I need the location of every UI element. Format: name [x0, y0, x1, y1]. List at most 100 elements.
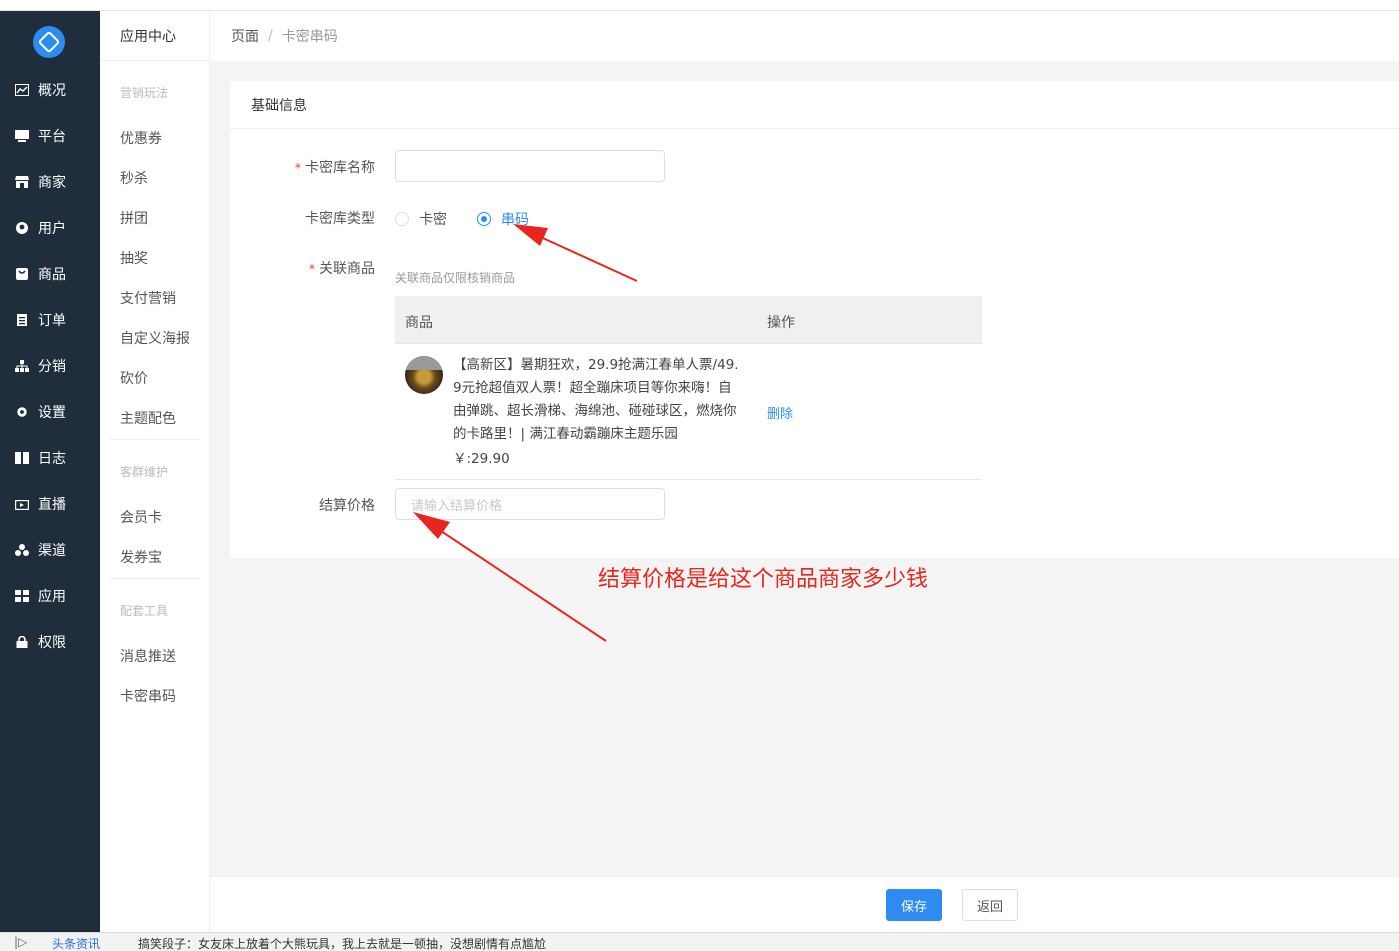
- goods-label: * 关联商品: [309, 261, 375, 277]
- nav-item-permission[interactable]: 权限: [0, 619, 100, 665]
- sub-item-bargain[interactable]: 砍价: [120, 368, 148, 388]
- nav-item-platform[interactable]: 平台: [0, 113, 100, 159]
- chart-icon: [15, 84, 29, 96]
- nav-label: 用户: [38, 221, 66, 237]
- footer-bar: 保存 返回: [210, 876, 1399, 932]
- sub-item-member-card[interactable]: 会员卡: [120, 507, 162, 527]
- settle-price-input[interactable]: 请输入结算价格: [395, 488, 665, 520]
- group-label-marketing: 营销玩法: [120, 86, 169, 100]
- nav-item-live[interactable]: 直播: [0, 481, 100, 527]
- nav-item-overview[interactable]: 概况: [0, 67, 100, 113]
- sub-item-theme-color[interactable]: 主题配色: [120, 408, 176, 428]
- main-content: 页面 / 卡密串码 基础信息 * 卡密库名称 卡密库类型 卡密 串码 * 关联商品 …: [210, 11, 1399, 876]
- goods-hint: 关联商品仅限核销商品: [395, 271, 516, 285]
- nav-label: 设置: [38, 405, 66, 421]
- goods-name: 【高新区】暑期狂欢，29.9抢满江春单人票/49. 9元抢超值双人票！超全蹦床项…: [453, 357, 739, 442]
- lock-icon: [15, 636, 29, 648]
- store-icon: [15, 176, 29, 188]
- nav-item-distribution[interactable]: 分销: [0, 343, 100, 389]
- breadcrumb: 页面 / 卡密串码: [210, 11, 1399, 61]
- back-button[interactable]: 返回: [962, 889, 1018, 921]
- nav-label: 权限: [38, 635, 66, 651]
- bag-icon: [15, 268, 29, 280]
- grid-icon: [15, 590, 29, 602]
- nav-item-user[interactable]: 用户: [0, 205, 100, 251]
- goods-thumbnail: [405, 356, 443, 394]
- required-mark: *: [309, 262, 315, 276]
- sub-item-coupon-bao[interactable]: 发券宝: [120, 547, 162, 567]
- news-label[interactable]: 头条资讯: [52, 935, 100, 951]
- sub-item-group-buy[interactable]: 拼团: [120, 208, 148, 228]
- app-logo[interactable]: [33, 26, 65, 58]
- main-nav: 概况 平台 商家 用户 商品 订单 分销 设置 日志 直播 渠道 应用 权限: [0, 11, 100, 932]
- group-label-tools: 配套工具: [120, 604, 169, 618]
- breadcrumb-root[interactable]: 页面: [231, 26, 259, 46]
- nav-label: 商家: [38, 175, 66, 191]
- divider: [110, 578, 200, 579]
- nav-item-apps[interactable]: 应用: [0, 573, 100, 619]
- monitor-icon: [15, 130, 29, 142]
- sub-menu-title: 应用中心: [100, 11, 210, 61]
- nav-label: 订单: [38, 313, 66, 329]
- nav-label: 商品: [38, 267, 66, 283]
- delete-link[interactable]: 删除: [767, 403, 793, 422]
- sub-item-custom-poster[interactable]: 自定义海报: [120, 328, 190, 348]
- browser-bookmark-strip: [0, 0, 1399, 11]
- goods-price: ￥:29.90: [453, 451, 510, 467]
- cluster-icon: [15, 544, 29, 556]
- radio-label: 串码: [501, 212, 529, 228]
- nav-item-order[interactable]: 订单: [0, 297, 100, 343]
- sub-menu: 应用中心 营销玩法 优惠券 秒杀 拼团 抽奖 支付营销 自定义海报 砍价 主题配…: [100, 11, 210, 932]
- radio-circle-checked: [477, 212, 491, 226]
- sub-item-coupon[interactable]: 优惠券: [120, 128, 162, 148]
- news-ticker-bar: |▷ 头条资讯 搞笑段子：女友床上放着个大熊玩具，我上去就是一顿抽，没想剧情有点…: [0, 932, 1399, 951]
- ticker-toggle[interactable]: |▷: [14, 935, 27, 949]
- clipboard-icon: [15, 314, 29, 326]
- table-header: 商品 操作: [395, 296, 982, 344]
- nav-label: 日志: [38, 451, 66, 467]
- form-card: 基础信息 * 卡密库名称 卡密库类型 卡密 串码 * 关联商品 关联商品仅限核销商品…: [230, 81, 1399, 558]
- sub-item-message-push[interactable]: 消息推送: [120, 646, 176, 666]
- sub-item-card-code[interactable]: 卡密串码: [120, 686, 176, 706]
- radio-label: 卡密: [419, 212, 447, 228]
- sitemap-icon: [15, 360, 29, 372]
- nav-label: 直播: [38, 497, 66, 513]
- tv-icon: [15, 498, 29, 510]
- news-ticker-text[interactable]: 搞笑段子：女友床上放着个大熊玩具，我上去就是一顿抽，没想剧情有点尴尬: [138, 935, 546, 951]
- column-header-action: 操作: [767, 315, 795, 331]
- radio-serial-code[interactable]: 串码: [477, 209, 529, 229]
- required-mark: *: [295, 161, 301, 175]
- nav-item-log[interactable]: 日志: [0, 435, 100, 481]
- goods-table: 商品 操作 【高新区】暑期狂欢，29.9抢满江春单人票/49. 9元抢超值双人票…: [395, 296, 982, 480]
- nav-label: 渠道: [38, 543, 66, 559]
- name-label: * 卡密库名称: [295, 160, 375, 176]
- breadcrumb-current: 卡密串码: [281, 29, 338, 45]
- nav-item-channel[interactable]: 渠道: [0, 527, 100, 573]
- breadcrumb-separator: /: [268, 28, 273, 44]
- settle-price-label: 结算价格: [319, 498, 375, 514]
- radio-card-secret[interactable]: 卡密: [395, 209, 447, 229]
- nav-label: 应用: [38, 589, 66, 605]
- sub-item-flash-sale[interactable]: 秒杀: [120, 168, 148, 188]
- nav-item-settings[interactable]: 设置: [0, 389, 100, 435]
- section-title: 基础信息: [230, 81, 1399, 129]
- user-icon: [15, 222, 29, 234]
- nav-item-merchant[interactable]: 商家: [0, 159, 100, 205]
- book-icon: [15, 452, 29, 464]
- sub-item-lottery[interactable]: 抽奖: [120, 248, 148, 268]
- nav-label: 概况: [38, 83, 66, 99]
- column-header-goods: 商品: [405, 315, 433, 331]
- sub-item-pay-marketing[interactable]: 支付营销: [120, 288, 176, 308]
- save-button[interactable]: 保存: [886, 889, 942, 921]
- radio-circle: [395, 212, 409, 226]
- nav-label: 分销: [38, 359, 66, 375]
- nav-label: 平台: [38, 129, 66, 145]
- annotation-text: 结算价格是给这个商品商家多少钱: [598, 567, 929, 592]
- type-label: 卡密库类型: [305, 211, 375, 227]
- name-input[interactable]: [395, 150, 665, 182]
- table-row: 【高新区】暑期狂欢，29.9抢满江春单人票/49. 9元抢超值双人票！超全蹦床项…: [395, 344, 982, 480]
- gear-icon: [15, 406, 29, 418]
- group-label-customer: 客群维护: [120, 465, 169, 479]
- nav-item-goods[interactable]: 商品: [0, 251, 100, 297]
- divider: [110, 439, 200, 440]
